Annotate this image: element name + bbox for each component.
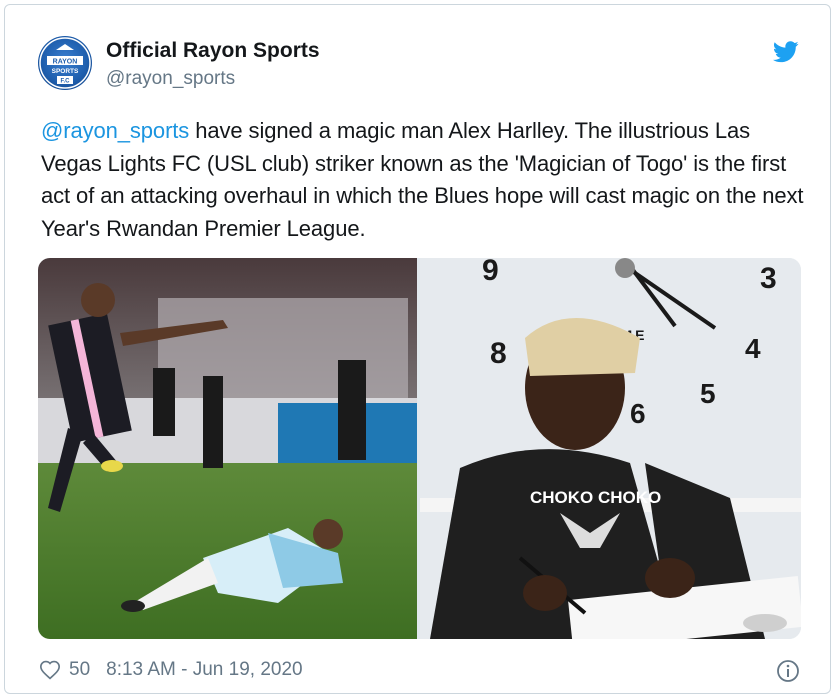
clock-number-4: 4 [745, 333, 761, 364]
like-count[interactable]: 50 [69, 659, 90, 681]
user-handle[interactable]: @rayon_sports [106, 68, 235, 90]
display-name[interactable]: Official Rayon Sports [106, 39, 320, 63]
info-icon[interactable] [776, 659, 800, 688]
photo-contract-signing[interactable]: 9 3 8 4 5 6 TIME CHOKO CHOKO [420, 258, 801, 639]
clock-number-6: 6 [630, 398, 646, 429]
mention-link[interactable]: @rayon_sports [41, 118, 189, 143]
heart-icon[interactable] [39, 659, 61, 681]
clock-number-9: 9 [482, 258, 499, 287]
clock-number-5: 5 [700, 378, 716, 409]
tweet-text: @rayon_sports have signed a magic man Al… [41, 115, 811, 245]
photo-match-action[interactable] [38, 258, 417, 639]
timestamp[interactable]: 8:13 AM - Jun 19, 2020 [106, 659, 302, 681]
crest-text-sports: SPORTS [52, 68, 79, 75]
clock-number-3: 3 [760, 262, 777, 295]
avatar[interactable]: RAYON SPORTS F.C [38, 36, 92, 90]
club-crest: RAYON SPORTS F.C [39, 37, 91, 89]
shirt-text: CHOKO CHOKO [530, 488, 661, 507]
tweet-card[interactable]: RAYON SPORTS F.C Official Rayon Sports @… [4, 4, 831, 694]
crest-text-rayon: RAYON [53, 59, 78, 66]
tweet-footer: 50 8:13 AM - Jun 19, 2020 [39, 657, 303, 683]
clock-number-8: 8 [490, 337, 507, 370]
twitter-bird-icon[interactable] [772, 41, 799, 68]
media-grid[interactable]: 9 3 8 4 5 6 TIME CHOKO CHOKO [38, 258, 801, 639]
crest-text-fc: F.C [61, 79, 71, 85]
